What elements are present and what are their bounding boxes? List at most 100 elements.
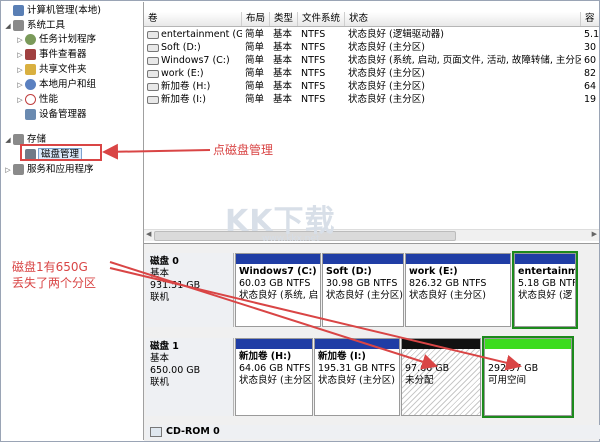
- column-capacity[interactable]: 容: [581, 12, 599, 26]
- volume-cell-status: 状态良好 (主分区): [348, 81, 425, 92]
- horizontal-scrollbar[interactable]: ◀ ▶: [144, 229, 599, 241]
- disk-0-type: 基本: [150, 268, 170, 279]
- volume-cell-name: work (E:): [144, 67, 242, 80]
- tree-item-system-tools[interactable]: ◢ 系统工具: [4, 19, 65, 33]
- disk-layout-view: 磁盘 0 基本 931.51 GB 联机 Windows7 (C:) 60.03 …: [144, 243, 600, 441]
- column-status[interactable]: 状态: [345, 12, 581, 26]
- column-layout[interactable]: 布局: [242, 12, 270, 26]
- volume-row[interactable]: 新加卷 (I:) 简单 基本 NTFS 状态良好 (主分区) 19: [144, 93, 599, 106]
- annotation-disk1-line2: 丢失了两个分区: [12, 276, 97, 290]
- disk-0-state: 联机: [150, 292, 170, 303]
- volume-cell-type: 基本: [273, 29, 293, 40]
- volume-cell-layout: 简单: [245, 68, 265, 79]
- device-manager-icon: [25, 109, 36, 120]
- volume-cell-cap: 5.1: [584, 29, 599, 40]
- volume-cell-type: 基本: [273, 68, 293, 79]
- partition-entertainment-g[interactable]: entertainm5.18 GB NTFS状态良好 (逻: [512, 251, 578, 329]
- expand-icon[interactable]: ▷: [16, 63, 24, 77]
- expand-icon[interactable]: ▷: [16, 78, 24, 92]
- expand-icon[interactable]: ▷: [16, 48, 24, 62]
- volume-cell-cap: 30: [584, 42, 597, 53]
- volume-row[interactable]: Windows7 (C:) 简单 基本 NTFS 状态良好 (系统, 启动, 页面文件,…: [144, 54, 599, 67]
- volume-cell-type: 基本: [273, 94, 293, 105]
- partition-soft-d[interactable]: Soft (D:) 30.98 GB NTFS 状态良好 (主分区): [322, 253, 404, 327]
- scroll-right-icon[interactable]: ▶: [592, 230, 597, 238]
- event-viewer-icon: [25, 49, 36, 60]
- volume-cell-fs: NTFS: [301, 29, 326, 40]
- tree-item-shared-folders[interactable]: ▷ 共享文件夹: [16, 63, 87, 77]
- clock-icon: [25, 34, 36, 45]
- volume-cell-layout: 简单: [245, 42, 265, 53]
- volume-row[interactable]: work (E:) 简单 基本 NTFS 状态良好 (主分区) 82: [144, 67, 599, 80]
- volume-cell-cap: 82: [584, 68, 597, 79]
- watermark-url: www.kkx.net: [262, 234, 320, 244]
- expand-icon[interactable]: ▷: [16, 93, 24, 107]
- volume-cell-type: 基本: [273, 81, 293, 92]
- disk-1-name: 磁盘 1: [150, 341, 179, 352]
- expand-icon[interactable]: ◢: [4, 133, 12, 147]
- volume-cell-name: Windows7 (C:): [144, 54, 242, 67]
- volume-row[interactable]: Soft (D:) 简单 基本 NTFS 状态良好 (主分区) 30: [144, 41, 599, 54]
- volume-cell-layout: 简单: [245, 94, 265, 105]
- volume-cell-name: 新加卷 (I:): [144, 93, 242, 106]
- cdrom-icon: [150, 426, 162, 437]
- volume-cell-status: 状态良好 (主分区): [348, 94, 425, 105]
- volume-cell-cap: 19: [584, 94, 597, 105]
- performance-icon: [25, 94, 36, 105]
- tree-item-task-scheduler[interactable]: ▷ 任务计划程序: [16, 33, 96, 47]
- drive-icon: [147, 82, 159, 91]
- tree-item-device-manager[interactable]: 设备管理器: [16, 108, 87, 122]
- services-icon: [13, 164, 24, 175]
- tools-icon: [13, 20, 24, 31]
- partition-new-volume-i[interactable]: 新加卷 (I:) 195.31 GB NTFS 状态良好 (主分区): [314, 338, 400, 416]
- expand-icon[interactable]: ◢: [4, 19, 12, 33]
- volume-cell-cap: 64: [584, 81, 597, 92]
- disk-0-info[interactable]: 磁盘 0 基本 931.51 GB 联机: [146, 253, 234, 327]
- partition-free-space[interactable]: 292.97 GB 可用空间: [482, 336, 574, 418]
- volume-cell-fs: NTFS: [301, 81, 326, 92]
- column-type[interactable]: 类型: [270, 12, 298, 26]
- column-filesystem[interactable]: 文件系统: [298, 12, 345, 26]
- volume-cell-type: 基本: [273, 55, 293, 66]
- volume-row[interactable]: entertainment (G:) 简单 基本 NTFS 状态良好 (逻辑驱动器) 5.…: [144, 28, 599, 41]
- volume-cell-status: 状态良好 (主分区): [348, 68, 425, 79]
- users-icon: [25, 79, 36, 90]
- volume-cell-status: 状态良好 (系统, 启动, 页面文件, 活动, 故障转储, 主分区): [348, 55, 581, 66]
- tree-item-local-users[interactable]: ▷ 本地用户和组: [16, 78, 96, 92]
- partition-work-e[interactable]: work (E:) 826.32 GB NTFS 状态良好 (主分区): [405, 253, 511, 327]
- annotation-disk1-line1: 磁盘1有650G: [12, 260, 88, 274]
- partition-windows7-c[interactable]: Windows7 (C:) 60.03 GB NTFS 状态良好 (系统, 启: [235, 253, 321, 327]
- expand-icon[interactable]: ▷: [4, 163, 12, 177]
- volume-cell-fs: NTFS: [301, 55, 326, 66]
- computer-icon: [13, 5, 24, 16]
- partition-new-volume-h[interactable]: 新加卷 (H:) 64.06 GB NTFS 状态良好 (主分区: [235, 338, 313, 416]
- annotation-click-disk-management: 点磁盘管理: [213, 143, 274, 157]
- disk-1-info[interactable]: 磁盘 1 基本 650.00 GB 联机: [146, 338, 234, 416]
- column-volume[interactable]: 卷: [144, 12, 242, 26]
- scroll-left-icon[interactable]: ◀: [146, 230, 151, 238]
- volume-cell-type: 基本: [273, 42, 293, 53]
- tree-item-computer-management[interactable]: 计算机管理(本地): [4, 4, 101, 18]
- volume-cell-name: entertainment (G:): [144, 28, 242, 41]
- disk-0-name: 磁盘 0: [150, 256, 179, 267]
- volume-cell-name: 新加卷 (H:): [144, 80, 242, 93]
- partition-unallocated[interactable]: 97.66 GB 未分配: [401, 338, 481, 416]
- tree-item-performance[interactable]: ▷ 性能: [16, 93, 58, 107]
- folder-icon: [25, 64, 36, 75]
- tree-item-services-apps[interactable]: ▷ 服务和应用程序: [4, 163, 94, 177]
- drive-icon: [147, 30, 159, 39]
- drive-icon: [147, 56, 159, 65]
- volume-list-header: 卷 布局 类型 文件系统 状态 容: [144, 12, 599, 27]
- drive-icon: [147, 95, 159, 104]
- tree-item-event-viewer[interactable]: ▷ 事件查看器: [16, 48, 87, 62]
- disk-1-type: 基本: [150, 353, 170, 364]
- volume-cell-name: Soft (D:): [144, 41, 242, 54]
- volume-cell-layout: 简单: [245, 81, 265, 92]
- disk-1-size: 650.00 GB: [150, 365, 201, 376]
- expand-icon[interactable]: ▷: [16, 33, 24, 47]
- cdrom-0-row[interactable]: CD-ROM 0: [146, 425, 600, 439]
- volume-cell-status: 状态良好 (主分区): [348, 42, 425, 53]
- disk-0-size: 931.51 GB: [150, 280, 201, 291]
- volume-cell-fs: NTFS: [301, 42, 326, 53]
- volume-row[interactable]: 新加卷 (H:) 简单 基本 NTFS 状态良好 (主分区) 64: [144, 80, 599, 93]
